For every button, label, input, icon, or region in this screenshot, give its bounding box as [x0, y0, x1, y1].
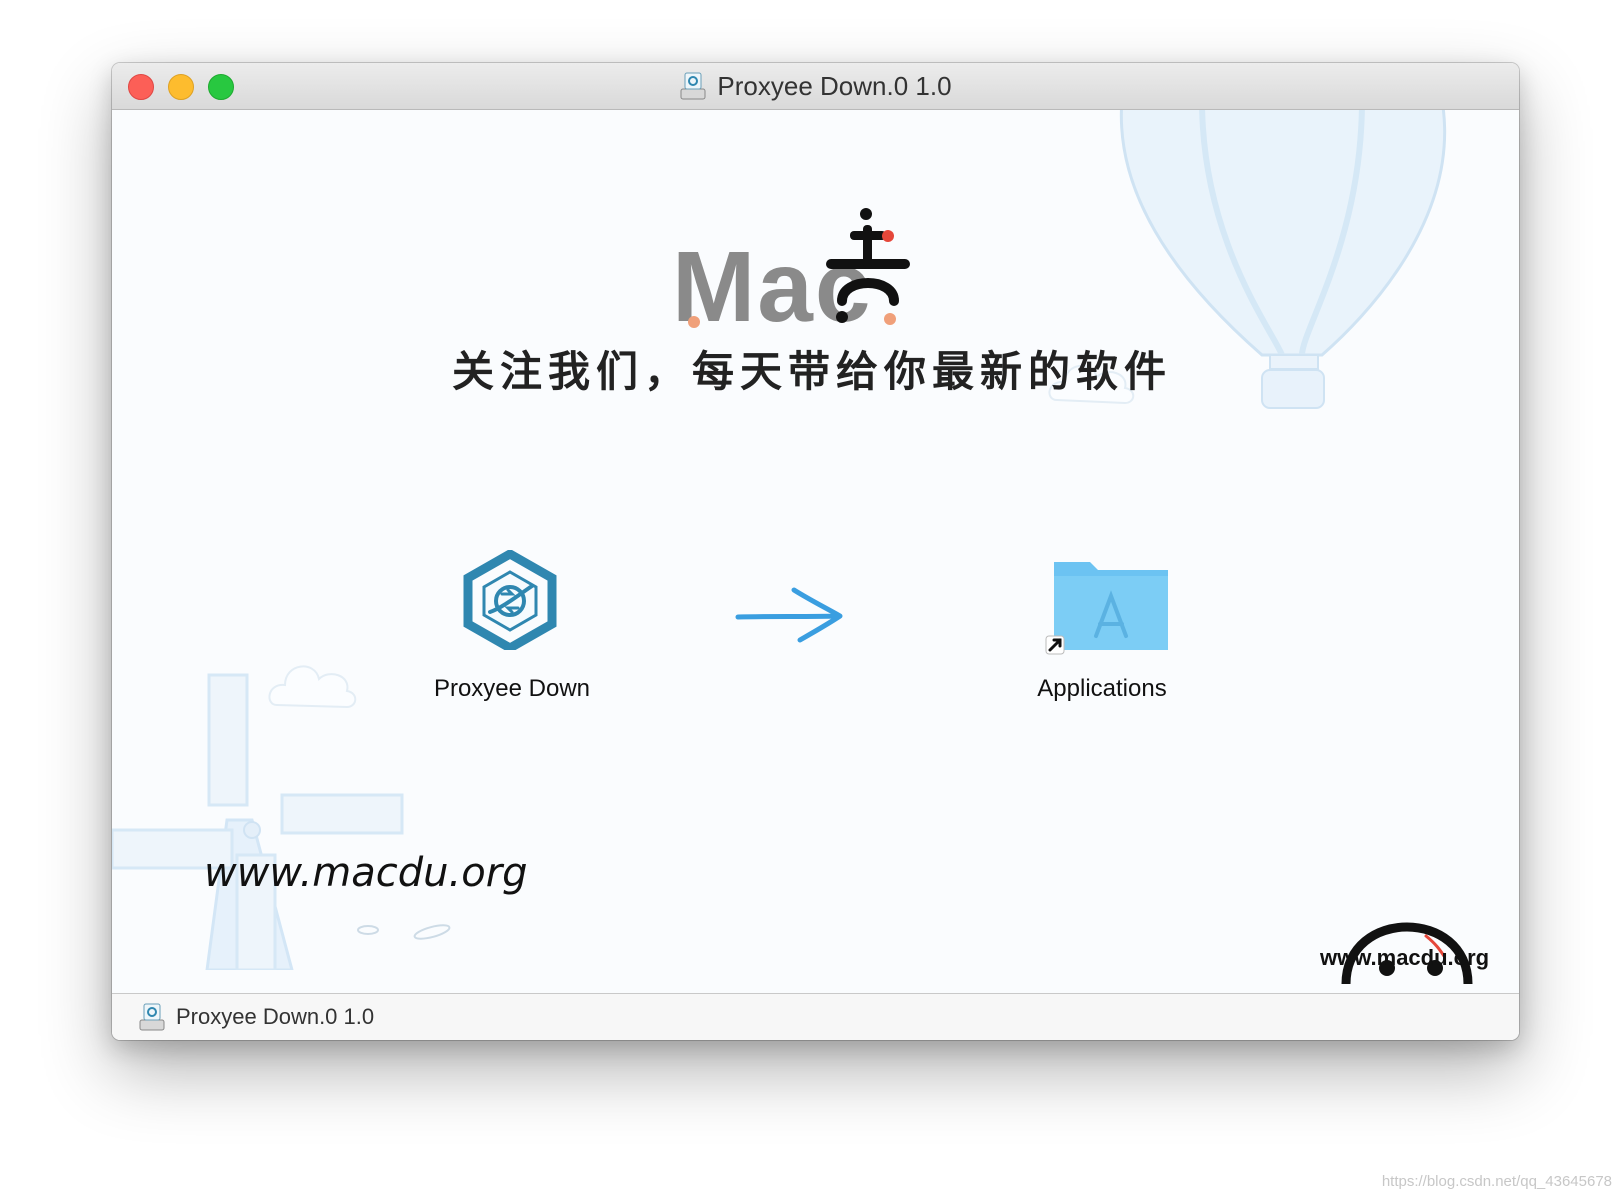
status-bar: Proxyee Down.0 1.0 — [112, 993, 1519, 1040]
disk-image-icon — [680, 72, 706, 100]
proxyee-down-app-icon[interactable] — [462, 550, 558, 650]
applications-label[interactable]: Applications — [1002, 675, 1202, 703]
installer-window: Proxyee Down.0 1.0 Mac 关注我们，每天带给你最新的软件 P… — [112, 63, 1519, 1040]
proxyee-down-label[interactable]: Proxyee Down — [402, 675, 622, 703]
promo-tagline: 关注我们，每天带给你最新的软件 — [452, 347, 1173, 396]
brand-logo-glyph — [826, 208, 910, 325]
window-title: Proxyee Down.0 1.0 — [717, 70, 952, 101]
title-bar[interactable]: Proxyee Down.0 1.0 — [112, 63, 1519, 110]
site-url-left: www.macdu.org — [204, 850, 528, 896]
leaf-decoration — [357, 924, 451, 940]
volume-name: Proxyee Down.0 1.0 — [176, 1004, 375, 1029]
drag-arrow-icon — [735, 587, 843, 643]
disk-image-icon — [139, 1003, 165, 1031]
site-url-right: www.macdu.org — [1320, 945, 1490, 970]
dmg-background: Mac 关注我们，每天带给你最新的软件 Proxyee Down Applica… — [112, 110, 1519, 993]
applications-folder-icon[interactable] — [1044, 550, 1174, 662]
page-watermark: https://blog.csdn.net/qq_43645678 — [1381, 1173, 1612, 1190]
